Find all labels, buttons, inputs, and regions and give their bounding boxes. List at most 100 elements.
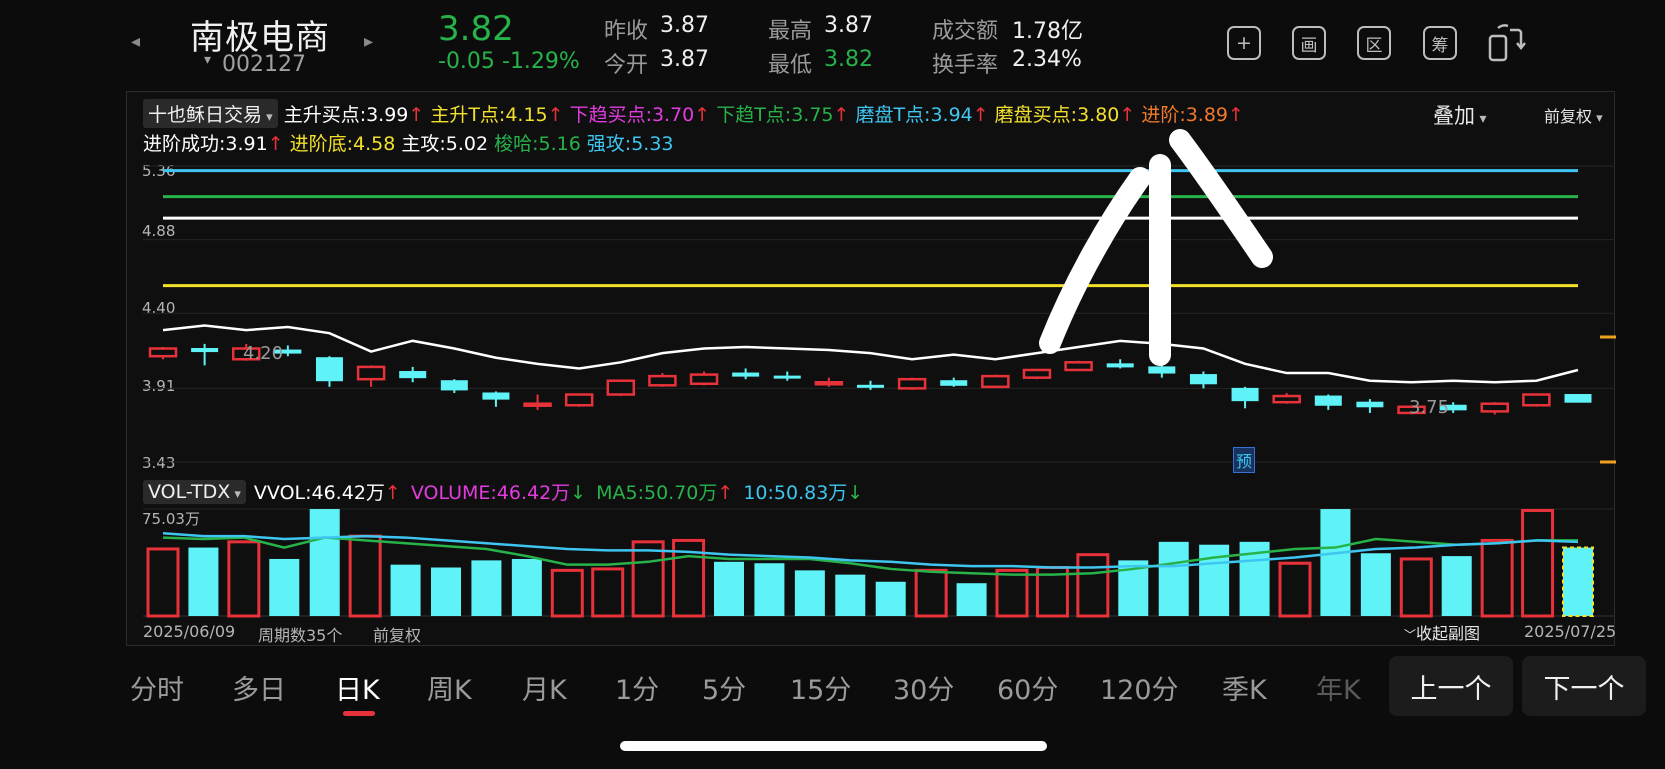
arrow-icon: ↑ bbox=[384, 482, 401, 504]
candlestick-chart[interactable] bbox=[0, 0, 1665, 769]
volume-bar bbox=[309, 509, 340, 616]
volume-bar bbox=[1158, 541, 1189, 616]
price-annotation: 3.75 bbox=[1409, 397, 1450, 418]
prev-stock-button[interactable]: 上一个 bbox=[1389, 656, 1513, 716]
candle-body bbox=[1022, 368, 1052, 379]
volume-legend: VOL-TDX ▾ VVOL:46.42万↑ VOLUME:46.42万↓ MA5:… bbox=[143, 478, 873, 505]
arrow-icon: ↑ bbox=[717, 482, 734, 504]
end-date: 2025/07/25 bbox=[1524, 622, 1617, 641]
candle-body bbox=[1314, 395, 1342, 406]
chevron-down-icon: ﹀ bbox=[1404, 628, 1417, 642]
candle-body bbox=[1522, 393, 1551, 407]
candle-body bbox=[732, 372, 760, 377]
volume-bar bbox=[471, 560, 502, 616]
volume-bar bbox=[1076, 553, 1110, 618]
tab-60min[interactable]: 60分 bbox=[997, 668, 1058, 707]
candle-body bbox=[1064, 361, 1093, 372]
tab-15min[interactable]: 15分 bbox=[790, 668, 851, 707]
tab-1min[interactable]: 1分 bbox=[615, 668, 659, 707]
candle-body bbox=[857, 384, 884, 388]
volume-legend-item: 10:50.83万 bbox=[743, 482, 848, 504]
volume-bar bbox=[1320, 509, 1351, 616]
candle-body bbox=[1356, 401, 1384, 408]
volume-bar bbox=[1480, 538, 1514, 618]
volume-bar bbox=[431, 567, 461, 616]
home-indicator[interactable] bbox=[620, 741, 1047, 751]
volume-legend-item: VOLUME:46.42万 bbox=[410, 482, 571, 504]
volume-axis-top: 75.03万 bbox=[142, 510, 200, 528]
volume-indicator-selector[interactable]: VOL-TDX ▾ bbox=[143, 479, 246, 504]
candle-body bbox=[981, 374, 1010, 389]
candle-body bbox=[648, 374, 677, 387]
candle-body bbox=[315, 357, 343, 382]
predict-badge[interactable]: 预 bbox=[1233, 447, 1256, 473]
candle-body bbox=[1106, 363, 1134, 368]
tab-year-k[interactable]: 年K bbox=[1316, 668, 1361, 707]
candle-body bbox=[1148, 366, 1176, 374]
handwritten-stroke bbox=[1039, 167, 1151, 354]
volume-bar bbox=[348, 534, 382, 618]
arrow-icon: ↓ bbox=[847, 482, 864, 504]
tab-weekly-k[interactable]: 周K bbox=[427, 668, 472, 707]
active-tab-indicator bbox=[343, 711, 375, 716]
next-stock-button[interactable]: 下一个 bbox=[1522, 656, 1646, 716]
start-date: 2025/06/09 bbox=[143, 622, 236, 641]
candle-body bbox=[564, 393, 594, 407]
volume-bar bbox=[269, 558, 300, 616]
volume-legend-item: VVOL:46.42万 bbox=[253, 482, 385, 504]
volume-bar bbox=[794, 570, 825, 616]
volume-bar bbox=[995, 568, 1029, 618]
volume-bar bbox=[1360, 553, 1391, 616]
volume-bar bbox=[146, 547, 180, 618]
volume-legend-item: MA5:50.70万 bbox=[596, 482, 718, 504]
candle-body bbox=[523, 402, 552, 407]
volume-bar bbox=[188, 547, 219, 616]
volume-bar bbox=[1399, 557, 1433, 618]
candle-body bbox=[773, 375, 801, 379]
candle-body bbox=[814, 380, 844, 386]
adjust-label: 前复权 bbox=[373, 626, 422, 645]
volume-bar bbox=[550, 568, 584, 618]
volume-bar bbox=[631, 540, 665, 618]
volume-bar bbox=[914, 568, 948, 618]
candle-body bbox=[1231, 387, 1259, 402]
volume-bar bbox=[1278, 561, 1312, 618]
volume-bar bbox=[591, 567, 625, 618]
candle-body bbox=[606, 379, 636, 396]
arrow-icon: ↓ bbox=[570, 482, 587, 504]
tab-30min[interactable]: 30分 bbox=[893, 668, 954, 707]
candle-body bbox=[689, 373, 719, 386]
candle-body bbox=[1189, 374, 1217, 385]
volume-bar bbox=[1441, 556, 1472, 616]
volume-bar bbox=[714, 561, 744, 616]
tab-monthly-k[interactable]: 月K bbox=[522, 668, 567, 707]
price-annotation: 4.20 bbox=[243, 343, 284, 364]
volume-bar bbox=[956, 583, 987, 616]
tab-fenshi[interactable]: 分时 bbox=[130, 668, 184, 707]
volume-bar bbox=[1521, 508, 1555, 618]
candle-body bbox=[1480, 402, 1510, 413]
candle-body bbox=[148, 347, 178, 358]
candle-body bbox=[897, 377, 927, 390]
tab-season-k[interactable]: 季K bbox=[1222, 668, 1267, 707]
candle-body bbox=[399, 371, 427, 379]
tab-daily-k[interactable]: 日K bbox=[335, 668, 380, 707]
candle-body bbox=[482, 392, 510, 400]
volume-bar bbox=[511, 558, 542, 616]
tab-5min[interactable]: 5分 bbox=[702, 668, 746, 707]
volume-bar bbox=[1562, 546, 1594, 617]
candle-body bbox=[1272, 394, 1301, 404]
volume-values: VVOL:46.42万↑ VOLUME:46.42万↓ MA5:50.70万↑ 10:… bbox=[254, 478, 873, 505]
tab-120min[interactable]: 120分 bbox=[1100, 668, 1179, 707]
collapse-subchart-button[interactable]: ﹀收起副图 bbox=[1404, 620, 1480, 644]
candle-body bbox=[440, 380, 468, 391]
volume-bar bbox=[754, 563, 785, 616]
volume-bar bbox=[875, 581, 906, 616]
period-count: 周期数35个 bbox=[258, 626, 343, 645]
candle-body bbox=[940, 380, 968, 386]
volume-bar bbox=[835, 574, 866, 616]
candle-body bbox=[356, 365, 386, 381]
volume-bar bbox=[227, 540, 261, 618]
candle-body bbox=[191, 348, 219, 353]
tab-duori[interactable]: 多日 bbox=[232, 668, 286, 707]
